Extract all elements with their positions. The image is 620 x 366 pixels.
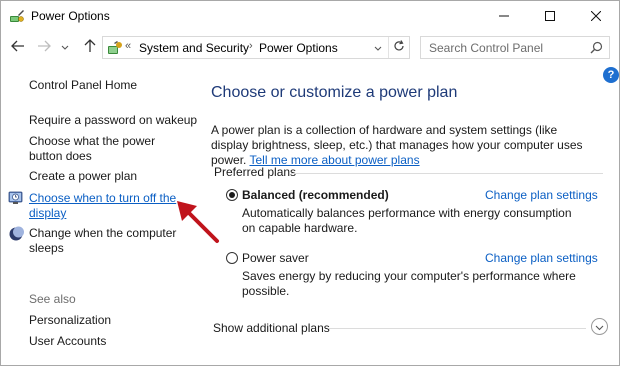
monitor-clock-icon xyxy=(8,190,24,206)
moon-icon xyxy=(8,226,24,242)
forward-button[interactable] xyxy=(35,37,53,57)
preferred-plans-label: Preferred plans xyxy=(214,165,297,179)
search-icon[interactable] xyxy=(590,41,603,57)
choose-display-off-link[interactable]: Choose when to turn off the display xyxy=(29,191,179,221)
arrow-right-icon xyxy=(37,40,51,55)
title-bar: Power Options xyxy=(1,1,619,31)
power-saver-plan-name[interactable]: Power saver xyxy=(242,251,309,265)
search-input[interactable]: Search Control Panel xyxy=(420,36,610,59)
power-button-link[interactable]: Choose what the power button does xyxy=(29,134,189,164)
personalization-link[interactable]: Personalization xyxy=(29,313,199,328)
divider xyxy=(328,328,586,329)
help-icon[interactable]: ? xyxy=(603,67,619,83)
breadcrumb-system-and-security[interactable]: System and Security xyxy=(139,41,249,55)
chevron-down-icon xyxy=(374,41,382,55)
require-password-link[interactable]: Require a password on wakeup xyxy=(29,113,199,128)
address-bar[interactable]: « System and Security › Power Options xyxy=(102,36,410,59)
back-button[interactable] xyxy=(9,37,27,57)
power-saver-plan-radio[interactable] xyxy=(226,252,238,264)
expand-additional-plans-button[interactable] xyxy=(591,318,608,335)
change-sleep-link[interactable]: Change when the computer sleeps xyxy=(29,226,179,256)
chevron-down-icon xyxy=(61,40,69,54)
user-accounts-link[interactable]: User Accounts xyxy=(29,334,199,349)
control-panel-icon xyxy=(107,40,123,56)
create-power-plan-link[interactable]: Create a power plan xyxy=(29,169,199,184)
left-navigation-pane: Control Panel Home Require a password on… xyxy=(1,63,201,365)
control-panel-home-link[interactable]: Control Panel Home xyxy=(29,78,199,93)
power-options-window: Power Options « System and Security › Po… xyxy=(0,0,620,366)
power-saver-plan-description: Saves energy by reducing your computer's… xyxy=(242,269,576,298)
window-title: Power Options xyxy=(31,9,110,23)
divider xyxy=(291,173,603,174)
page-title: Choose or customize a power plan xyxy=(211,84,458,101)
power-options-icon xyxy=(9,8,25,24)
address-overflow[interactable]: « xyxy=(125,40,131,52)
see-also-heading: See also xyxy=(29,292,76,306)
balanced-plan-name[interactable]: Balanced (recommended) xyxy=(242,188,389,202)
balanced-change-settings-link[interactable]: Change plan settings xyxy=(485,188,598,202)
balanced-plan-description: Automatically balances performance with … xyxy=(242,206,572,235)
close-button[interactable] xyxy=(573,1,619,31)
breadcrumb-separator[interactable]: › xyxy=(249,40,253,52)
recent-locations-button[interactable] xyxy=(59,37,71,57)
power-saver-change-settings-link[interactable]: Change plan settings xyxy=(485,251,598,265)
refresh-button[interactable] xyxy=(388,37,409,58)
address-dropdown-button[interactable] xyxy=(371,41,385,55)
search-placeholder: Search Control Panel xyxy=(429,41,544,55)
intro-text: A power plan is a collection of hardware… xyxy=(211,123,596,168)
balanced-plan-radio[interactable] xyxy=(226,189,238,201)
radio-selected-dot xyxy=(229,192,235,198)
breadcrumb-power-options[interactable]: Power Options xyxy=(259,41,338,55)
up-button[interactable] xyxy=(81,37,99,57)
arrow-up-icon xyxy=(84,38,96,56)
show-additional-plans-label[interactable]: Show additional plans xyxy=(213,321,330,335)
maximize-button[interactable] xyxy=(527,1,573,31)
main-content: ? Choose or customize a power plan A pow… xyxy=(211,63,619,365)
navigation-bar: « System and Security › Power Options Se… xyxy=(1,32,619,62)
arrow-left-icon xyxy=(11,40,25,55)
refresh-icon xyxy=(393,40,405,55)
minimize-button[interactable] xyxy=(481,1,527,31)
chevron-down-circle-icon xyxy=(595,320,604,334)
